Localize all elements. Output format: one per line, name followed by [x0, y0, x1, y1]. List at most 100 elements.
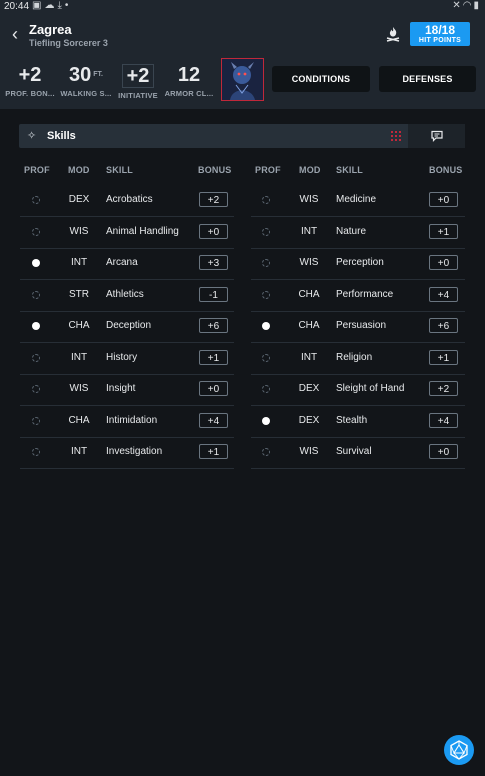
skill-name: Performance: [336, 288, 394, 300]
not-proficient-indicator-icon: [262, 259, 270, 267]
skill-modifier: WIS: [299, 194, 319, 205]
skill-name: Acrobatics: [106, 194, 153, 205]
skill-row[interactable]: WIS Perception +0: [251, 248, 465, 280]
skills-title: Skills: [47, 130, 76, 142]
skill-modifier: CHA: [68, 320, 90, 331]
notes-tab[interactable]: [408, 124, 465, 148]
skill-row[interactable]: DEX Acrobatics +2: [20, 185, 234, 217]
skill-row[interactable]: INT Investigation +1: [20, 437, 234, 469]
skill-row[interactable]: INT Nature +1: [251, 217, 465, 249]
mod-column-header: MOD: [299, 165, 321, 175]
sparkle-icon: ✧: [27, 130, 37, 142]
skill-column-header: SKILL: [336, 165, 363, 175]
skill-row[interactable]: CHA Intimidation +4: [20, 406, 234, 438]
initiative-label: INITIATIVE: [118, 91, 158, 100]
not-proficient-indicator-icon: [262, 385, 270, 393]
skill-row[interactable]: INT Religion +1: [251, 343, 465, 375]
proficient-indicator-icon: [32, 259, 40, 267]
skill-name: Animal Handling: [106, 225, 179, 237]
bonus-column-header: BONUS: [429, 165, 463, 175]
conditions-button[interactable]: CONDITIONS: [272, 66, 370, 92]
skill-modifier: CHA: [68, 414, 90, 426]
skill-modifier: INT: [70, 257, 88, 268]
wifi-icon: ◠: [462, 0, 474, 11]
skill-row[interactable]: WIS Medicine +0: [251, 185, 465, 217]
skill-bonus-button[interactable]: +6: [199, 318, 228, 333]
skill-bonus-button[interactable]: +2: [199, 192, 228, 207]
skill-bonus-button[interactable]: +1: [199, 444, 228, 459]
skill-bonus-button[interactable]: +0: [429, 444, 458, 459]
skill-bonus-button[interactable]: +1: [429, 223, 458, 239]
skill-modifier: CHA: [298, 320, 320, 331]
walking-speed-unit: FT.: [93, 71, 103, 78]
skill-name: Athletics: [106, 288, 144, 300]
bonus-column-header: BONUS: [198, 165, 232, 175]
initiative-stat[interactable]: +2 INITIATIVE: [117, 64, 159, 100]
skill-bonus-button[interactable]: +3: [199, 255, 228, 270]
dice-roller-button[interactable]: [444, 735, 474, 765]
skill-name: Insight: [106, 383, 136, 394]
hit-points-label: HIT POINTS: [418, 37, 462, 44]
character-subtitle: Tiefling Sorcerer 3: [29, 38, 108, 48]
character-portrait[interactable]: [221, 58, 264, 101]
notification-icons: ▣☁⤓•: [32, 0, 71, 11]
dot-icon: •: [64, 0, 72, 11]
clock: 20:44: [4, 1, 30, 12]
proficient-indicator-icon: [262, 416, 270, 425]
skill-bonus-button[interactable]: +4: [429, 412, 458, 428]
skill-modifier: CHA: [298, 288, 320, 300]
skill-row[interactable]: WIS Animal Handling +0: [20, 217, 234, 249]
character-name[interactable]: Zagrea: [29, 22, 72, 37]
skill-name: Investigation: [106, 446, 163, 457]
not-proficient-indicator-icon: [32, 196, 40, 204]
skill-row[interactable]: CHA Persuasion +6: [251, 311, 465, 343]
skill-bonus-button[interactable]: +2: [429, 381, 458, 396]
skill-row[interactable]: STR Athletics -1: [20, 280, 234, 312]
walking-speed-stat[interactable]: 30 FT. WALKING S...: [58, 64, 114, 98]
image-icon: ▣: [32, 0, 45, 11]
skill-row[interactable]: INT Arcana +3: [20, 248, 234, 280]
skill-name: Stealth: [336, 414, 368, 426]
skill-modifier: INT: [70, 351, 88, 363]
proficiency-bonus-label: PROF. BON...: [5, 89, 55, 98]
back-arrow-icon[interactable]: ‹: [12, 24, 18, 45]
skill-row[interactable]: WIS Insight +0: [20, 374, 234, 406]
initiative-value: +2: [121, 64, 155, 88]
defenses-button[interactable]: DEFENSES: [379, 66, 476, 92]
not-proficient-indicator-icon: [262, 227, 270, 236]
not-proficient-indicator-icon: [262, 196, 270, 204]
skill-row[interactable]: DEX Stealth +4: [251, 406, 465, 438]
prof-column-header: PROF: [24, 165, 50, 175]
skill-bonus-button[interactable]: +1: [199, 349, 228, 365]
skill-column-header: SKILL: [106, 165, 133, 175]
skill-bonus-button[interactable]: +1: [429, 349, 458, 365]
not-proficient-indicator-icon: [32, 290, 40, 299]
skill-name: Sleight of Hand: [336, 383, 405, 394]
skill-bonus-button[interactable]: +0: [199, 223, 228, 239]
armor-class-value: 12: [177, 64, 201, 86]
skill-row[interactable]: DEX Sleight of Hand +2: [251, 374, 465, 406]
campfire-icon[interactable]: [386, 26, 400, 42]
mute-icon: ✕: [452, 0, 463, 11]
skill-row[interactable]: CHA Performance +4: [251, 280, 465, 312]
skill-row[interactable]: CHA Deception +6: [20, 311, 234, 343]
skill-bonus-button[interactable]: +4: [429, 286, 458, 302]
battery-icon: ▮: [473, 0, 481, 11]
skill-row[interactable]: WIS Survival +0: [251, 437, 465, 469]
proficiency-bonus-value: +2: [18, 64, 42, 86]
skill-bonus-button[interactable]: +0: [199, 381, 228, 396]
skill-name: Persuasion: [336, 320, 387, 331]
skill-modifier: STR: [69, 288, 89, 300]
armor-class-stat[interactable]: 12 ARMOR CL...: [163, 64, 215, 98]
skill-row[interactable]: INT History +1: [20, 343, 234, 375]
skill-bonus-button[interactable]: -1: [199, 286, 228, 302]
skill-bonus-button[interactable]: +6: [429, 318, 458, 333]
grid-view-icon[interactable]: [391, 131, 401, 141]
proficient-indicator-icon: [32, 322, 40, 330]
skill-bonus-button[interactable]: +4: [199, 412, 228, 428]
skill-bonus-button[interactable]: +0: [429, 255, 458, 270]
skill-bonus-button[interactable]: +0: [429, 192, 458, 207]
hit-points-button[interactable]: 18/18 HIT POINTS: [410, 22, 470, 46]
proficiency-bonus-stat[interactable]: +2 PROF. BON...: [5, 64, 55, 98]
armor-class-label: ARMOR CL...: [164, 89, 214, 98]
